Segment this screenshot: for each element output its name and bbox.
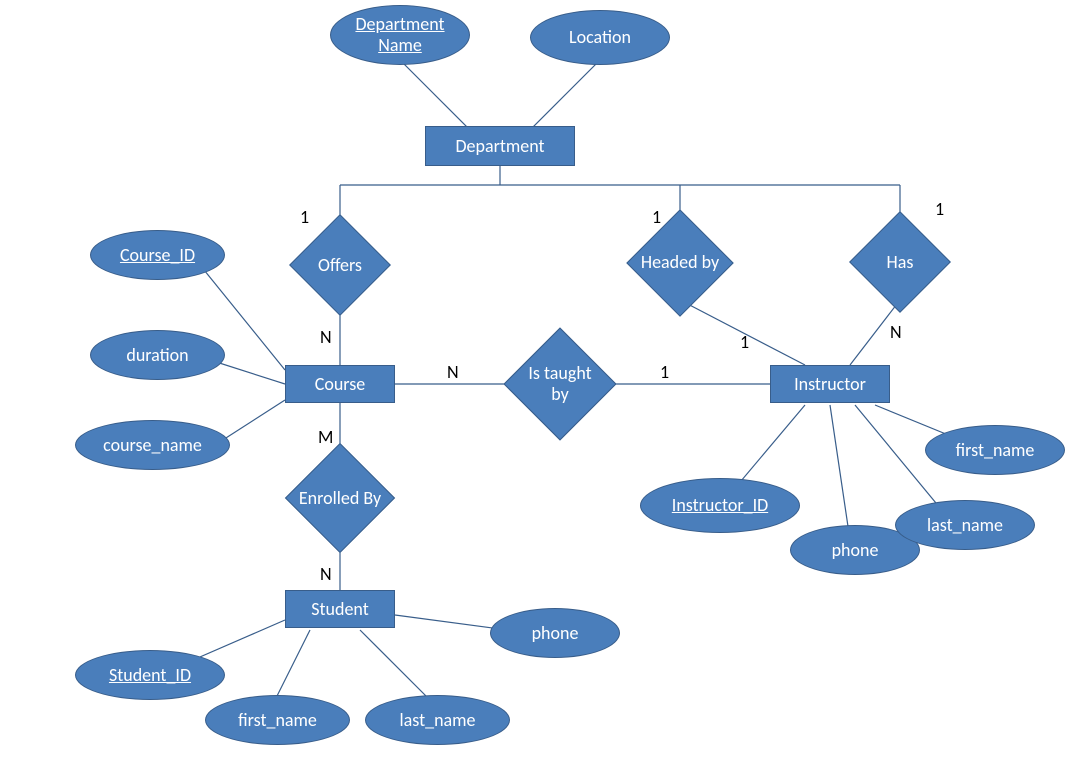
attr-instructor-id: Instructor_ID (640, 478, 800, 533)
card-has-instr: N (890, 321, 902, 343)
rel-offers: Offers (290, 225, 390, 305)
attr-stud-phone: phone (490, 608, 620, 658)
rel-headed-by: Headed by (625, 220, 735, 305)
attr-instr-first-name: first_name (925, 425, 1065, 475)
card-taught-instr: 1 (660, 361, 669, 383)
attr-student-id: Student_ID (75, 650, 225, 700)
card-enroll-student: N (320, 563, 332, 585)
attr-location: Location (530, 10, 670, 65)
rel-has: Has (850, 222, 950, 302)
rel-enrolled-by: Enrolled By (280, 452, 400, 544)
attr-stud-first-name: first_name (205, 695, 350, 745)
attr-duration: duration (90, 330, 225, 380)
entity-student: Student (285, 590, 395, 628)
card-headed-instr: 1 (740, 331, 749, 353)
attr-stud-last-name: last_name (365, 695, 510, 745)
card-offers-course: N (320, 326, 332, 348)
entity-department: Department (425, 126, 575, 166)
attr-course-name: course_name (75, 420, 230, 470)
card-enroll-course: M (318, 426, 333, 448)
attr-department-name: Department Name (330, 5, 470, 65)
card-has-dep: 1 (935, 198, 944, 220)
er-diagram: 1 N 1 1 1 N N 1 M N Department Name Loca… (0, 0, 1069, 765)
attr-instr-last-name: last_name (895, 500, 1035, 550)
entity-course: Course (285, 365, 395, 403)
card-taught-course: N (447, 361, 459, 383)
entity-instructor: Instructor (770, 365, 890, 403)
rel-is-taught-by: Is taught by (500, 335, 620, 433)
attr-course-id: Course_ID (90, 230, 225, 280)
